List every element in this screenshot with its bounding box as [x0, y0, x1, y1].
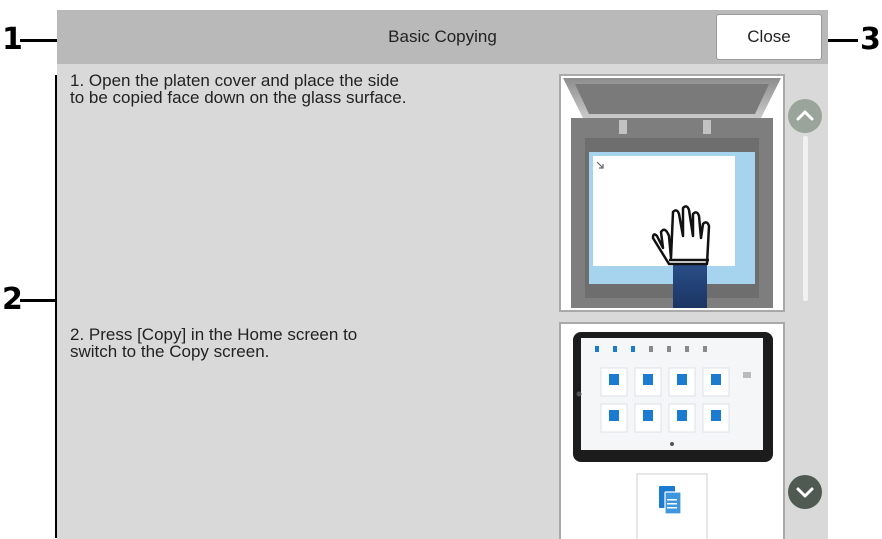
help-screen: Basic Copying Close 1. Open the platen c… — [57, 10, 828, 539]
scrollbar[interactable] — [803, 136, 808, 301]
page-title: Basic Copying — [388, 27, 497, 46]
step-1-illustration — [559, 74, 785, 312]
platen-placement-image — [563, 78, 781, 308]
chevron-up-icon — [796, 110, 814, 121]
scroll-down-button[interactable] — [788, 475, 822, 509]
chevron-down-icon — [796, 487, 814, 498]
title-bar: Basic Copying Close — [57, 10, 828, 64]
step-1-text: 1. Open the platen cover and place the s… — [70, 71, 407, 107]
step-2-text: 2. Press [Copy] in the Home screen to sw… — [70, 325, 358, 361]
step-2-illustration — [559, 322, 785, 539]
callout-3: 3 — [860, 22, 881, 57]
callout-2-leader — [20, 299, 58, 302]
home-screen-image — [573, 332, 773, 539]
close-button[interactable]: Close — [716, 14, 822, 60]
scroll-up-button[interactable] — [788, 99, 822, 133]
